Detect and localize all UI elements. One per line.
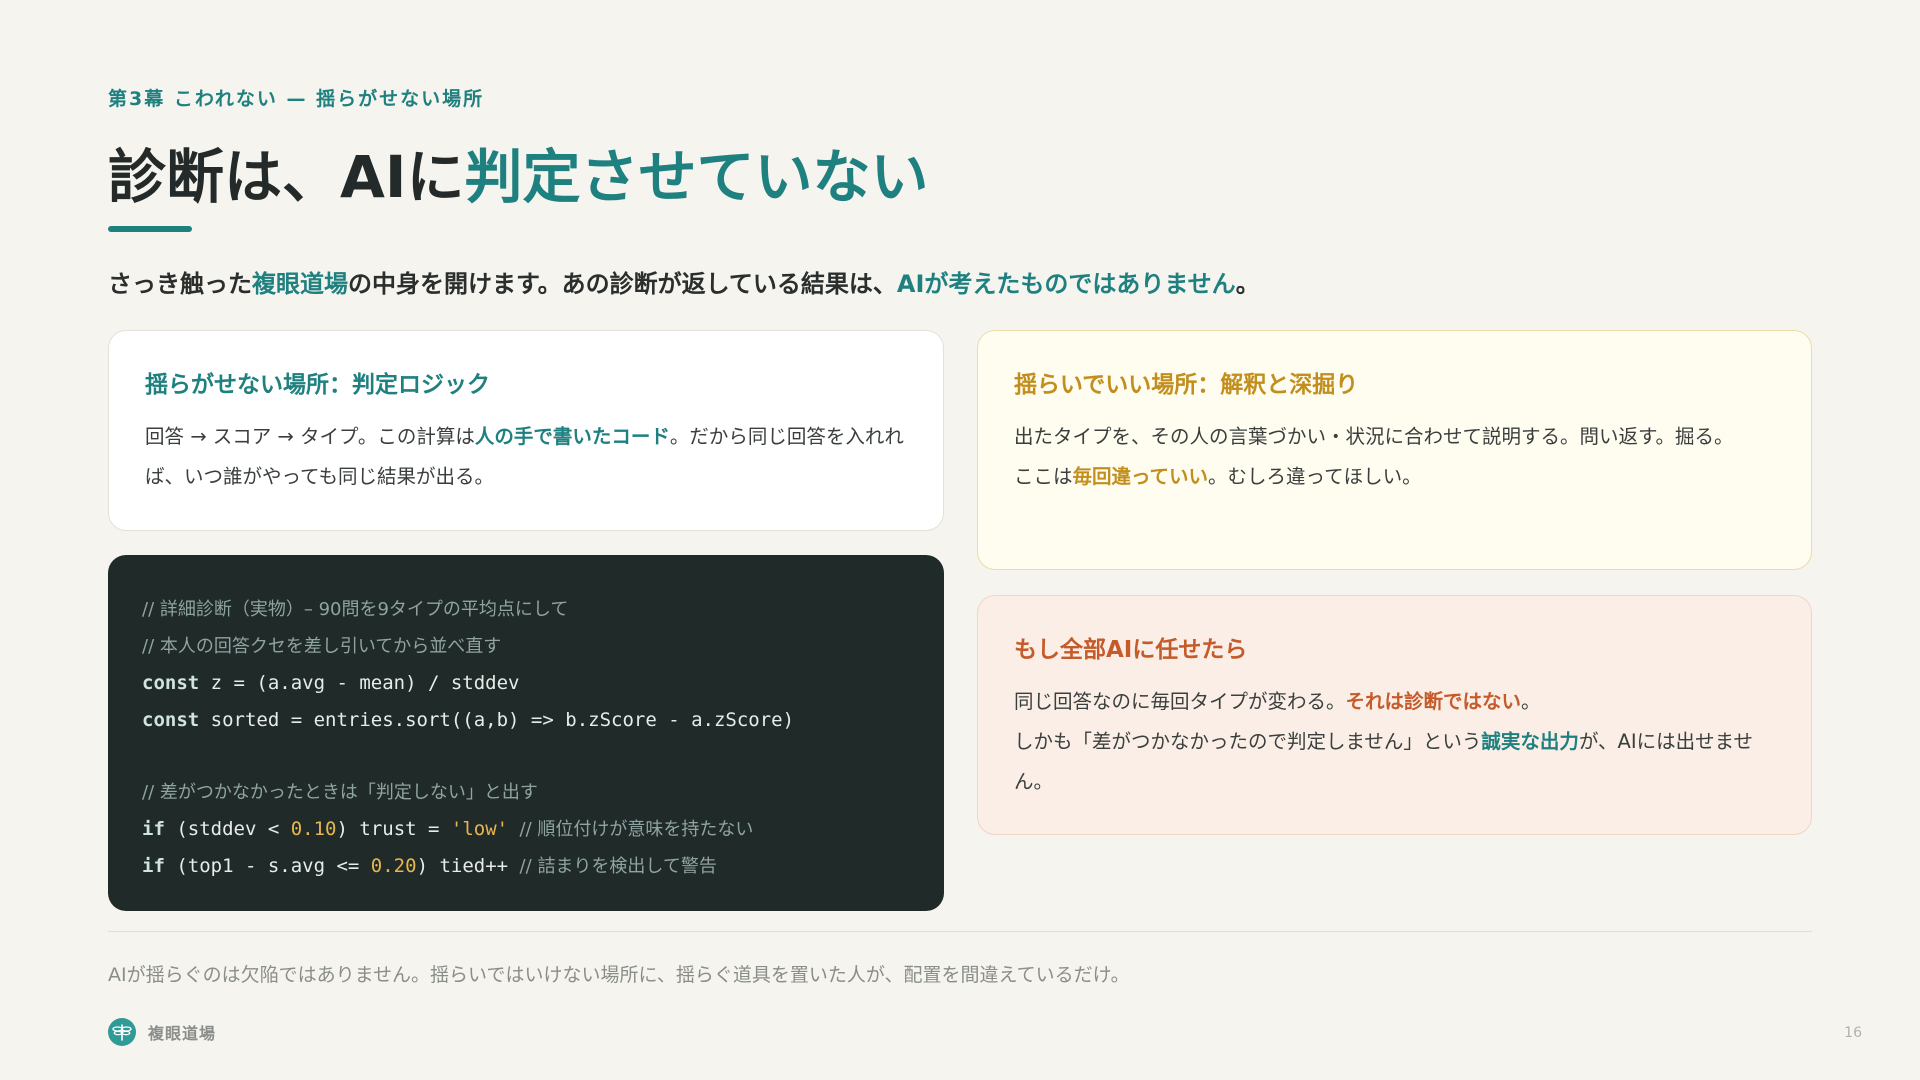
code-number: 0.10: [290, 818, 337, 840]
code-text: sorted = entries.sort((a,b) => b.zScore …: [199, 709, 795, 731]
card-interp-text2b: 。むしろ違ってほしい。: [1208, 465, 1422, 488]
code-text: (top1 - s.avg <=: [164, 855, 371, 877]
code-comment: // 差がつかなかったときは「判定しない」と出す: [142, 782, 538, 803]
code-keyword: const: [142, 672, 200, 694]
card-logic-emphasis: 人の手で書いたコード: [474, 425, 670, 448]
lead-part1: さっき触った: [108, 270, 252, 298]
card-risk-body-1: 同じ回答なのに毎回タイプが変わる。それは診断ではない。: [1014, 682, 1775, 722]
lead-highlight-2: AIが考えたものではありません: [896, 270, 1236, 298]
card-interp-text2a: ここは: [1014, 465, 1073, 488]
footer-note: AIが揺らぐのは欠陥ではありません。揺らいではいけない場所に、揺らぐ道具を置いた…: [108, 964, 1130, 986]
code-block: // 詳細診断（実物）– 90問を9タイプの平均点にして // 本人の回答クセを…: [108, 555, 944, 911]
page-number: 16: [1844, 1025, 1862, 1041]
footer-divider: [108, 931, 1812, 932]
card-risk-title: もし全部AIに任せたら: [1014, 637, 1248, 663]
code-string: 'low': [450, 818, 509, 840]
code-text: (stddev <: [164, 818, 291, 840]
lead-part3: 。: [1235, 270, 1260, 298]
card-interp-emphasis: 毎回違っていい: [1072, 465, 1209, 488]
card-if-all-ai: もし全部AIに任せたら 同じ回答なのに毎回タイプが変わる。それは診断ではない。 …: [977, 595, 1812, 835]
eyebrow: 第3幕 こわれない — 揺らがせない場所: [108, 88, 485, 110]
code-text: ) tied++: [416, 855, 520, 877]
code-number: 0.20: [370, 855, 417, 877]
card-risk-text1a: 同じ回答なのに毎回タイプが変わる。: [1014, 690, 1346, 713]
card-risk-warning: それは診断ではない: [1345, 690, 1522, 713]
code-line-3: const z = (a.avg - mean) / stddev: [142, 665, 910, 702]
card-risk-emphasis: 誠実な出力: [1481, 730, 1579, 753]
card-risk-text1b: 。: [1521, 690, 1541, 713]
code-text: ) trust =: [336, 818, 451, 840]
card-logic-text1: 回答 → スコア → タイプ。この計算は: [145, 425, 475, 448]
title-main: 診断は、AIに: [108, 143, 465, 211]
lead-part2: の中身を開けます。あの診断が返している結果は、: [348, 270, 897, 298]
brand: 複眼道場: [108, 1017, 216, 1047]
card-risk-body-2: しかも「差がつかなかったので判定しません」という誠実な出力が、AIには出せません…: [1014, 722, 1775, 802]
card-interp-body-2: ここは毎回違っていい。むしろ違ってほしい。: [1014, 457, 1775, 497]
code-line-5: // 差がつかなかったときは「判定しない」と出す: [142, 774, 910, 811]
title-highlight: 判定させていない: [464, 143, 929, 211]
code-comment: // 詳細診断（実物）– 90問を9タイプの平均点にして: [142, 599, 569, 620]
card-interp-title: 揺らいでいい場所：解釈と深掘り: [1014, 372, 1359, 398]
lead-text: さっき触った複眼道場の中身を開けます。あの診断が返している結果は、AIが考えたも…: [108, 264, 1260, 299]
card-logic-title: 揺らがせない場所：判定ロジック: [145, 372, 490, 398]
code-keyword: if: [142, 818, 165, 840]
card-interpretation: 揺らいでいい場所：解釈と深掘り 出たタイプを、その人の言葉づかい・状況に合わせて…: [977, 330, 1812, 570]
code-keyword: const: [142, 709, 200, 731]
code-comment: // 詰まりを検出して警告: [519, 856, 717, 877]
code-line-4: const sorted = entries.sort((a,b) => b.z…: [142, 702, 910, 739]
code-text: z = (a.avg - mean) / stddev: [199, 672, 520, 694]
page-title: 診断は、AIに判定させていない: [108, 130, 928, 214]
code-line-6: if (stddev < 0.10) trust = 'low' // 順位付け…: [142, 811, 910, 848]
card-risk-text2a: しかも「差がつかなかったので判定しません」という: [1014, 730, 1482, 753]
code-line-1: // 詳細診断（実物）– 90問を9タイプの平均点にして: [142, 591, 910, 628]
code-comment: // 本人の回答クセを差し引いてから並べ直す: [142, 636, 502, 657]
dragonfly-icon: [108, 1018, 136, 1046]
lead-highlight-1: 複眼道場: [252, 270, 348, 298]
code-comment: // 順位付けが意味を持たない: [508, 819, 754, 840]
code-line-2: // 本人の回答クセを差し引いてから並べ直す: [142, 628, 910, 665]
code-line-7: if (top1 - s.avg <= 0.20) tied++ // 詰まりを…: [142, 848, 910, 885]
card-judgment-logic: 揺らがせない場所：判定ロジック 回答 → スコア → タイプ。この計算は人の手で…: [108, 330, 944, 531]
card-logic-body: 回答 → スコア → タイプ。この計算は人の手で書いたコード。だから同じ回答を入…: [145, 417, 907, 497]
brand-name: 複眼道場: [148, 1024, 217, 1043]
code-keyword: if: [142, 855, 165, 877]
card-interp-body-1: 出たタイプを、その人の言葉づかい・状況に合わせて説明する。問い返す。掘る。: [1014, 425, 1734, 448]
title-underline: [108, 226, 192, 232]
